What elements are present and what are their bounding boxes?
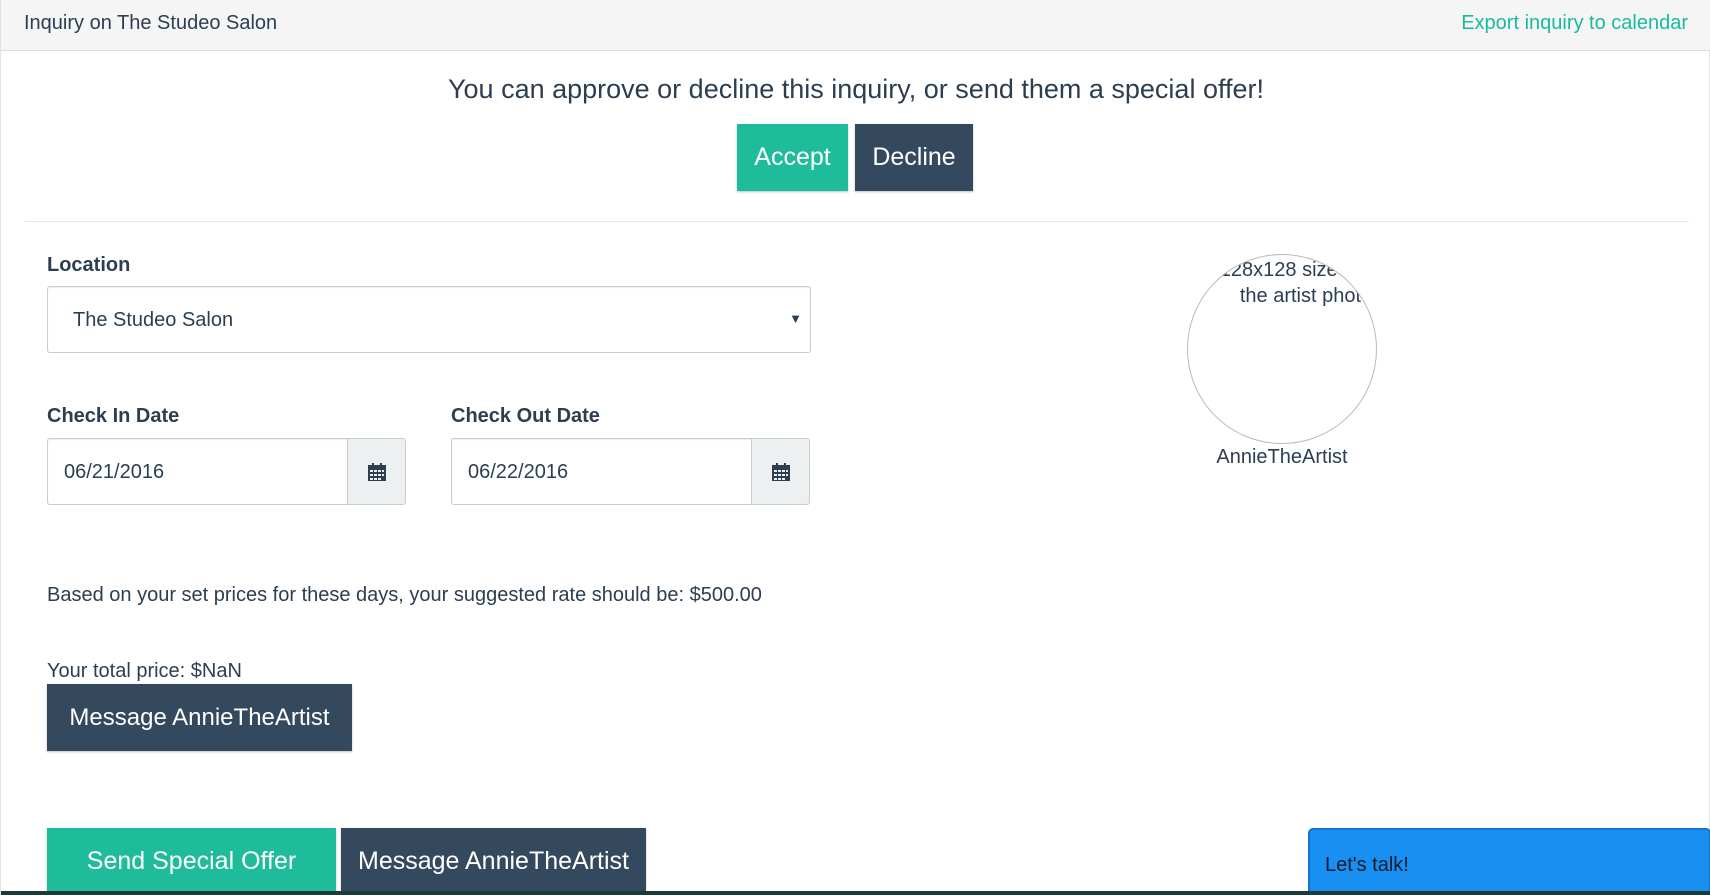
check-in-calendar-button[interactable]: [347, 438, 406, 505]
avatar: 128x128 size annie the artist photo: [1187, 254, 1377, 444]
calendar-icon: [771, 462, 790, 481]
check-in-date-value: 06/21/2016: [64, 461, 165, 483]
location-label: Location: [47, 254, 131, 276]
inquiry-header: Inquiry on The Studeo Salon Export inqui…: [1, 0, 1710, 51]
accept-button[interactable]: Accept: [737, 124, 848, 191]
decline-button[interactable]: Decline: [855, 124, 973, 191]
section-divider: [25, 221, 1689, 222]
avatar-alt-text: 128x128 size annie the artist photo: [1219, 259, 1377, 307]
message-user-button-bottom[interactable]: Message AnnieTheArtist: [341, 828, 646, 895]
profile-username: AnnieTheArtist: [1216, 446, 1348, 468]
check-out-date-group: 06/22/2016: [451, 438, 810, 505]
check-out-date-input[interactable]: 06/22/2016: [451, 438, 751, 505]
suggested-rate-text: Based on your set prices for these days,…: [47, 584, 762, 606]
inquiry-instructions: You can approve or decline this inquiry,…: [448, 74, 1264, 104]
check-in-date-input[interactable]: 06/21/2016: [47, 438, 347, 505]
inquiry-title: Inquiry on The Studeo Salon: [24, 12, 278, 34]
chat-widget-label: Let's talk!: [1325, 854, 1409, 876]
check-out-label: Check Out Date: [451, 405, 600, 427]
total-price-text: Your total price: $NaN: [47, 660, 242, 682]
chat-widget[interactable]: Let's talk!: [1308, 828, 1710, 895]
check-out-calendar-button[interactable]: [751, 438, 810, 505]
check-out-date-value: 06/22/2016: [468, 461, 569, 483]
export-calendar-link[interactable]: Export inquiry to calendar: [1461, 12, 1688, 35]
check-in-label: Check In Date: [47, 405, 180, 427]
location-selected-value: The Studeo Salon: [73, 309, 234, 331]
calendar-icon: [367, 462, 386, 481]
bottom-border: [1, 891, 1710, 895]
dropdown-caret-icon: ▼: [789, 311, 802, 326]
message-user-button[interactable]: Message AnnieTheArtist: [47, 684, 352, 751]
inquiry-page: Inquiry on The Studeo Salon Export inqui…: [0, 0, 1710, 895]
check-in-date-group: 06/21/2016: [47, 438, 406, 505]
send-special-offer-button[interactable]: Send Special Offer: [47, 828, 336, 895]
location-select[interactable]: The Studeo Salon ▼: [47, 286, 811, 353]
